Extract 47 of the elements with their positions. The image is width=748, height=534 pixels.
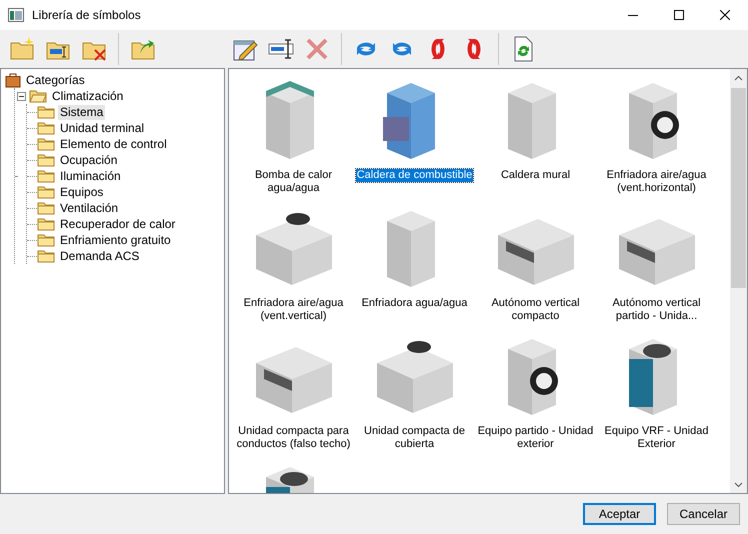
tree-item[interactable]: Demanda ACS — [58, 248, 142, 264]
tree-item[interactable]: Ocupación — [58, 152, 120, 168]
symbol-label[interactable]: Autónomo vertical partido - Unida... — [596, 297, 717, 323]
tree-item[interactable]: Enfriamiento gratuito — [58, 232, 173, 248]
open-folder-icon — [29, 89, 47, 103]
tree-item[interactable]: Iluminación — [58, 168, 123, 184]
folder-icon — [37, 233, 55, 247]
folder-icon — [37, 121, 55, 135]
tree-item[interactable]: Unidad terminal — [58, 120, 146, 136]
folder-icon — [37, 153, 55, 167]
tree-item[interactable]: Categorías — [24, 72, 87, 88]
symbol-label[interactable]: Autónomo vertical compacto — [475, 297, 596, 323]
dialog-button[interactable]: Aceptar — [583, 503, 656, 525]
window-title: Librería de símbolos — [32, 8, 142, 22]
symbol-label[interactable]: Bomba de calor agua/agua — [233, 169, 354, 195]
scroll-down-icon[interactable] — [734, 482, 743, 488]
tree-item[interactable]: Equipos — [58, 184, 106, 200]
briefcase-icon — [5, 72, 21, 88]
folder-icon — [37, 185, 55, 199]
new-folder-icon[interactable] — [9, 36, 35, 62]
folder-icon — [37, 137, 55, 151]
symbol-label[interactable]: Caldera mural — [500, 169, 572, 182]
tree-item[interactable]: Recuperador de calor — [58, 216, 178, 232]
symbol-label[interactable]: Enfriadora aire/agua (vent.horizontal) — [596, 169, 717, 195]
dialog-button[interactable]: Cancelar — [667, 503, 740, 525]
symbol-label[interactable]: Equipo VRF - Unidad Exterior — [596, 425, 717, 451]
tree-item[interactable]: Elemento de control — [58, 136, 169, 152]
symbol-label[interactable]: Unidad compacta de cubierta — [354, 425, 475, 451]
folder-icon — [37, 105, 55, 119]
folder-icon — [37, 201, 55, 215]
folder-icon — [37, 249, 55, 263]
symbol-label[interactable]: Equipo partido - Unidad exterior — [475, 425, 596, 451]
collapse-icon[interactable] — [17, 92, 26, 100]
tree-item[interactable]: Climatización — [50, 88, 126, 104]
folder-icon — [37, 217, 55, 231]
close-icon[interactable] — [720, 10, 730, 20]
symbol-label[interactable]: Enfriadora aire/agua (vent.vertical) — [233, 297, 354, 323]
scrollbar[interactable] — [730, 69, 747, 493]
scroll-up-icon[interactable] — [734, 74, 743, 80]
tree-item[interactable]: Ventilación — [58, 200, 120, 216]
symbol-label[interactable]: Unidad compacta para conductos (falso techo) — [233, 425, 354, 451]
symbol-label[interactable]: Caldera de combustible — [356, 169, 474, 182]
maximize-icon[interactable] — [674, 10, 684, 20]
symbol-label[interactable]: Enfriadora agua/agua — [360, 297, 468, 310]
folder-icon — [37, 169, 55, 183]
app-icon — [8, 8, 24, 22]
tree-item[interactable]: Sistema — [58, 104, 106, 120]
